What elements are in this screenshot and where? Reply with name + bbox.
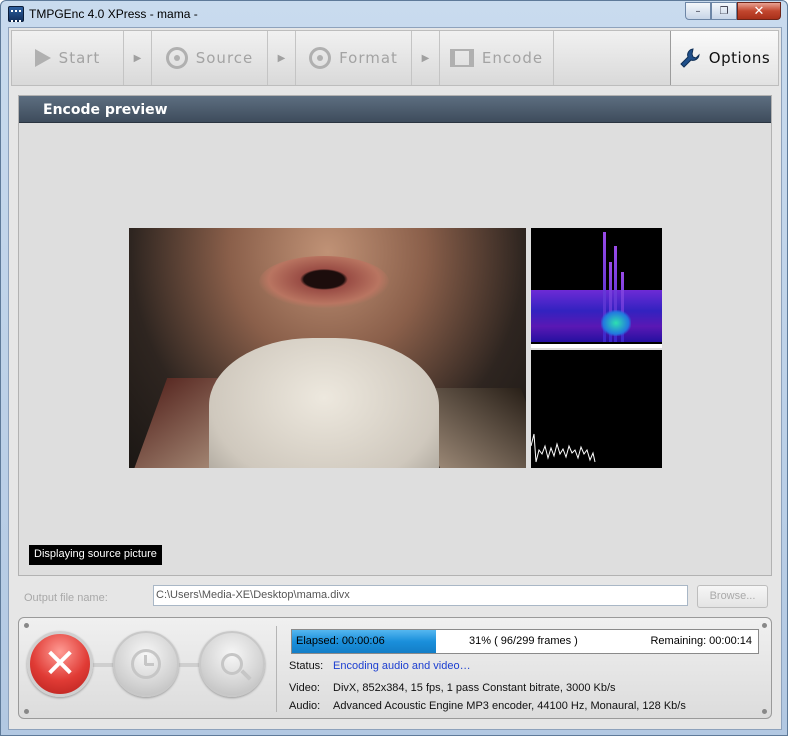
panel-divider bbox=[276, 626, 277, 712]
status-key: Status: bbox=[289, 660, 324, 672]
options-button[interactable]: Options bbox=[670, 31, 778, 85]
film-app-icon bbox=[8, 6, 24, 22]
output-file-label: Output file name: bbox=[24, 592, 108, 604]
step-arrow-icon: ▶ bbox=[124, 31, 152, 85]
corner-screw bbox=[24, 709, 29, 714]
browse-button[interactable]: Browse... bbox=[697, 585, 768, 608]
encode-label: Encode bbox=[481, 49, 544, 67]
encode-progress-bar: Elapsed: 00:00:06 31% ( 96/299 frames ) … bbox=[291, 629, 759, 654]
clock-icon bbox=[131, 649, 161, 679]
spectrogram-band bbox=[531, 290, 662, 342]
audio-spectrogram bbox=[531, 228, 662, 348]
corner-screw bbox=[24, 623, 29, 628]
film-reel-icon bbox=[309, 47, 332, 69]
source-label: Source bbox=[195, 49, 254, 67]
timer-button[interactable] bbox=[113, 631, 179, 697]
video-value: DivX, 852x384, 15 fps, 1 pass Constant b… bbox=[333, 682, 616, 694]
window-title: TMPGEnc 4.0 XPress - mama - bbox=[29, 7, 198, 21]
close-x-icon: ✕ bbox=[43, 641, 77, 687]
video-key: Video: bbox=[289, 682, 320, 694]
step-arrow-icon: ▶ bbox=[412, 31, 440, 85]
corner-screw bbox=[762, 709, 767, 714]
spectrogram-highlight bbox=[601, 310, 631, 336]
main-toolbar: Start ▶ Source ▶ Format ▶ Encode Options bbox=[11, 30, 779, 86]
preview-status-tag: Displaying source picture bbox=[29, 545, 162, 565]
audio-waveform bbox=[531, 350, 662, 468]
app-window: TMPGEnc 4.0 XPress - mama - – ❐ ✕ Start … bbox=[0, 0, 788, 736]
film-reel-icon bbox=[165, 47, 188, 69]
stop-encode-button[interactable]: ✕ bbox=[27, 631, 93, 697]
wrench-icon bbox=[680, 48, 700, 68]
audio-key: Audio: bbox=[289, 700, 321, 712]
status-value: Encoding audio and video… bbox=[333, 660, 471, 672]
minimize-button[interactable]: – bbox=[685, 2, 711, 20]
format-button[interactable]: Format bbox=[296, 31, 412, 85]
options-label: Options bbox=[708, 49, 771, 67]
spectrogram-baseline bbox=[531, 344, 662, 348]
encode-control-panel: ✕ Elapsed: 00:00:06 31% ( 96/299 frames … bbox=[18, 617, 772, 719]
step-arrow-icon: ▶ bbox=[268, 31, 296, 85]
format-label: Format bbox=[339, 49, 398, 67]
film-strip-icon bbox=[449, 49, 474, 67]
close-button[interactable]: ✕ bbox=[737, 2, 781, 20]
audio-value: Advanced Acoustic Engine MP3 encoder, 44… bbox=[333, 700, 686, 712]
maximize-button[interactable]: ❐ bbox=[711, 2, 737, 20]
encode-button[interactable]: Encode bbox=[440, 31, 554, 85]
encode-preview-panel: Encode preview Displaying source picture bbox=[18, 95, 772, 576]
remaining-time: Remaining: 00:00:14 bbox=[650, 635, 752, 647]
window-controls: – ❐ ✕ bbox=[685, 2, 781, 20]
start-label: Start bbox=[58, 49, 101, 67]
corner-screw bbox=[762, 623, 767, 628]
source-button[interactable]: Source bbox=[152, 31, 268, 85]
client-area: Start ▶ Source ▶ Format ▶ Encode Options… bbox=[8, 27, 782, 730]
progress-percent: 31% ( 96/299 frames ) bbox=[469, 635, 578, 647]
preview-header: Encode preview bbox=[19, 96, 771, 123]
play-icon bbox=[34, 49, 51, 67]
start-button[interactable]: Start bbox=[12, 31, 124, 85]
output-file-field[interactable]: C:\Users\Media-XE\Desktop\mama.divx bbox=[153, 585, 688, 606]
elapsed-time: Elapsed: 00:00:06 bbox=[296, 635, 385, 647]
preview-search-button[interactable] bbox=[199, 631, 265, 697]
video-preview bbox=[129, 228, 526, 468]
title-bar[interactable]: TMPGEnc 4.0 XPress - mama - – ❐ ✕ bbox=[1, 1, 787, 27]
video-mouth bbox=[259, 256, 389, 308]
magnifier-icon bbox=[221, 653, 243, 675]
video-neck bbox=[209, 338, 439, 468]
